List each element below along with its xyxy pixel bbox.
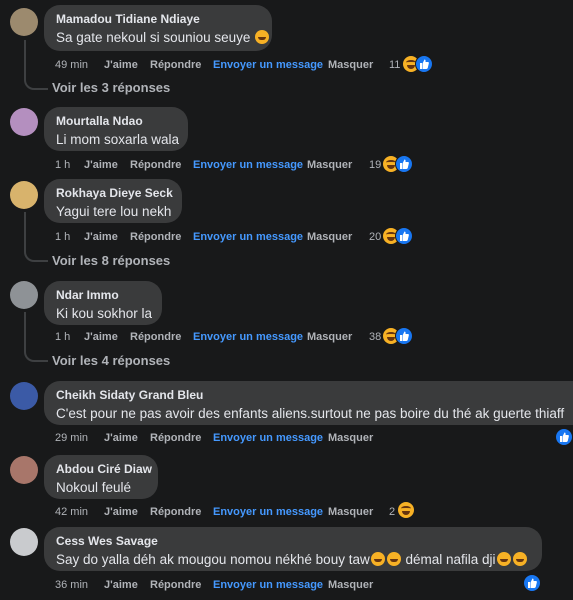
comment-bubble: Cheikh Sidaty Grand Bleu C'est pour ne p… bbox=[44, 381, 573, 425]
like-button[interactable]: J'aime bbox=[104, 58, 138, 72]
reply-button[interactable]: Répondre bbox=[130, 230, 181, 244]
comment-actions: 29 min J'aime Répondre Envoyer un messag… bbox=[55, 431, 455, 447]
reactions[interactable] bbox=[383, 327, 413, 345]
like-button[interactable]: J'aime bbox=[84, 330, 118, 344]
reactions[interactable] bbox=[555, 428, 573, 446]
emoji-icon bbox=[496, 552, 511, 566]
comment-bubble: Rokhaya Dieye Seck Yagui tere lou nekh bbox=[44, 179, 182, 223]
comment-text: Sa gate nekoul si souniou seuye bbox=[56, 29, 270, 47]
reactions[interactable] bbox=[383, 227, 413, 245]
comment-text-content: Say do yalla déh ak mougou nomou nékhé b… bbox=[56, 552, 370, 567]
reply-button[interactable]: Répondre bbox=[150, 578, 201, 592]
comment-author[interactable]: Cheikh Sidaty Grand Bleu bbox=[56, 388, 561, 403]
comment-author[interactable]: Rokhaya Dieye Seck bbox=[56, 186, 173, 201]
comment-author[interactable]: Mourtalla Ndao bbox=[56, 114, 176, 129]
comment-author[interactable]: Ndar Immo bbox=[56, 288, 150, 303]
hide-button[interactable]: Masquer bbox=[328, 431, 373, 445]
thread-line bbox=[24, 212, 48, 262]
comment-time[interactable]: 36 min bbox=[55, 578, 88, 592]
send-message-button[interactable]: Envoyer un message bbox=[213, 431, 323, 445]
like-button[interactable]: J'aime bbox=[104, 578, 138, 592]
reaction-count[interactable]: 20 bbox=[369, 230, 381, 244]
reaction-count[interactable]: 11 bbox=[389, 58, 400, 72]
comment-time[interactable]: 29 min bbox=[55, 431, 88, 445]
reactions[interactable] bbox=[403, 55, 433, 73]
comment-time[interactable]: 1 h bbox=[55, 230, 70, 244]
reply-button[interactable]: Répondre bbox=[150, 58, 201, 72]
avatar[interactable] bbox=[10, 108, 38, 136]
avatar[interactable] bbox=[10, 382, 38, 410]
reply-button[interactable]: Répondre bbox=[130, 330, 181, 344]
avatar[interactable] bbox=[10, 181, 38, 209]
hide-button[interactable]: Masquer bbox=[328, 505, 373, 519]
haha-reaction-icon bbox=[398, 502, 414, 518]
reply-button[interactable]: Répondre bbox=[130, 158, 181, 172]
view-replies-link[interactable]: Voir les 3 réponses bbox=[52, 80, 170, 95]
comment-text: Nokoul feulé bbox=[56, 480, 132, 495]
reactions[interactable] bbox=[523, 574, 541, 592]
emoji-icon bbox=[386, 552, 401, 566]
hide-button[interactable]: Masquer bbox=[307, 158, 352, 172]
send-message-button[interactable]: Envoyer un message bbox=[213, 505, 323, 519]
comment-actions: 42 min J'aime Répondre Envoyer un messag… bbox=[55, 505, 455, 521]
hide-button[interactable]: Masquer bbox=[328, 58, 373, 72]
reply-button[interactable]: Répondre bbox=[150, 505, 201, 519]
like-button[interactable]: J'aime bbox=[84, 158, 118, 172]
send-message-button[interactable]: Envoyer un message bbox=[193, 230, 303, 244]
comment-author[interactable]: Mamadou Tidiane Ndiaye bbox=[56, 12, 260, 27]
emoji-icon bbox=[370, 552, 385, 566]
comment-author[interactable]: Cess Wes Savage bbox=[56, 534, 530, 549]
comment-bubble: Ndar Immo Ki kou sokhor la bbox=[44, 281, 162, 325]
hide-button[interactable]: Masquer bbox=[328, 578, 373, 592]
avatar[interactable] bbox=[10, 281, 38, 309]
comment-actions: 36 min J'aime Répondre Envoyer un messag… bbox=[55, 578, 455, 594]
reactions[interactable] bbox=[383, 155, 413, 173]
comment-text: Yagui tere lou nekh bbox=[56, 204, 172, 219]
view-replies-link[interactable]: Voir les 8 réponses bbox=[52, 253, 170, 268]
comment-text-content: démal nafila dji bbox=[401, 552, 496, 567]
avatar[interactable] bbox=[10, 8, 38, 36]
like-reaction-icon bbox=[415, 55, 433, 73]
reaction-count[interactable]: 2 bbox=[389, 505, 395, 519]
avatar[interactable] bbox=[10, 528, 38, 556]
comment-time[interactable]: 49 min bbox=[55, 58, 88, 72]
emoji-icon bbox=[512, 552, 527, 566]
comment-bubble: Cess Wes Savage Say do yalla déh ak moug… bbox=[44, 527, 542, 571]
send-message-button[interactable]: Envoyer un message bbox=[193, 158, 303, 172]
comment-time[interactable]: 42 min bbox=[55, 505, 88, 519]
comment-bubble: Mourtalla Ndao Li mom soxarla wala bbox=[44, 107, 188, 151]
hide-button[interactable]: Masquer bbox=[307, 330, 352, 344]
send-message-button[interactable]: Envoyer un message bbox=[193, 330, 303, 344]
view-replies-link[interactable]: Voir les 4 réponses bbox=[52, 353, 170, 368]
comment-bubble: Abdou Ciré Diaw Nokoul feulé bbox=[44, 455, 158, 499]
reaction-count[interactable]: 19 bbox=[369, 158, 381, 172]
hide-button[interactable]: Masquer bbox=[307, 230, 352, 244]
like-reaction-icon bbox=[395, 327, 413, 345]
send-message-button[interactable]: Envoyer un message bbox=[213, 58, 323, 72]
comment-author[interactable]: Abdou Ciré Diaw bbox=[56, 462, 152, 477]
emoji-icon bbox=[255, 30, 270, 44]
comment-time[interactable]: 1 h bbox=[55, 330, 70, 344]
reaction-count[interactable]: 38 bbox=[369, 330, 381, 344]
reply-button[interactable]: Répondre bbox=[150, 431, 201, 445]
reactions[interactable] bbox=[398, 502, 414, 518]
comment-time[interactable]: 1 h bbox=[55, 158, 70, 172]
comment-text: Li mom soxarla wala bbox=[56, 132, 180, 147]
like-button[interactable]: J'aime bbox=[104, 505, 138, 519]
comment-text: Ki kou sokhor la bbox=[56, 306, 153, 321]
like-reaction-icon bbox=[395, 227, 413, 245]
comment-text-content: Sa gate nekoul si souniou seuye bbox=[56, 30, 251, 45]
avatar[interactable] bbox=[10, 456, 38, 484]
thread-line bbox=[24, 312, 48, 362]
comment-text: C'est pour ne pas avoir des enfants alie… bbox=[56, 406, 565, 421]
comment-text: Say do yalla déh ak mougou nomou nékhé b… bbox=[56, 551, 530, 569]
comment-bubble: Mamadou Tidiane Ndiaye Sa gate nekoul si… bbox=[44, 5, 272, 51]
send-message-button[interactable]: Envoyer un message bbox=[213, 578, 323, 592]
thread-line bbox=[24, 40, 48, 90]
like-button[interactable]: J'aime bbox=[84, 230, 118, 244]
like-button[interactable]: J'aime bbox=[104, 431, 138, 445]
like-reaction-icon bbox=[555, 428, 573, 446]
like-reaction-icon bbox=[523, 574, 541, 592]
like-reaction-icon bbox=[395, 155, 413, 173]
